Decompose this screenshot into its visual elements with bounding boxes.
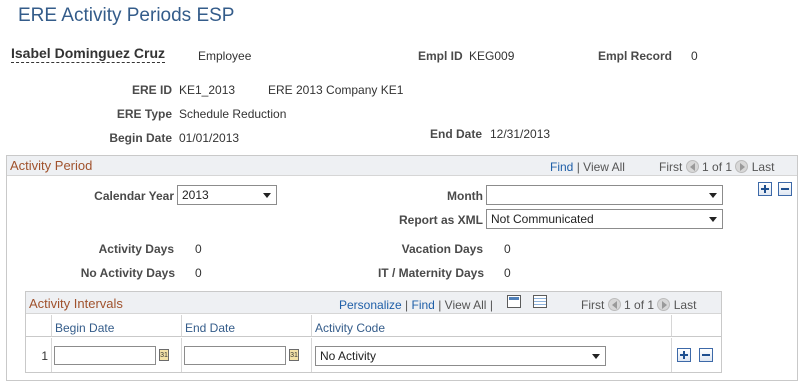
calendar-icon[interactable]: 31 <box>289 349 299 361</box>
add-row-icon[interactable] <box>758 182 772 196</box>
view-all-link[interactable]: View All <box>445 298 487 312</box>
no-activity-days-label: No Activity Days <box>80 266 175 280</box>
ere-description: ERE 2013 Company KE1 <box>268 83 404 97</box>
delete-row-icon[interactable] <box>778 182 792 196</box>
separator: | <box>405 298 409 312</box>
it-maternity-days-label: IT / Maternity Days <box>377 266 484 280</box>
delete-row-icon[interactable] <box>699 348 713 362</box>
activity-code-column-header[interactable]: Activity Code <box>312 315 672 337</box>
no-activity-days-value: 0 <box>195 266 202 280</box>
last-label[interactable]: Last <box>752 160 775 174</box>
activity-intervals-grid: Activity Intervals Personalize | Find | … <box>25 291 722 373</box>
activity-intervals-title: Activity Intervals <box>29 296 123 311</box>
begin-date-value: 01/01/2013 <box>179 131 240 145</box>
find-link[interactable]: Find <box>550 160 573 174</box>
report-xml-value: Not Communicated <box>491 212 594 226</box>
separator: | <box>576 160 580 174</box>
month-label: Month <box>447 189 483 203</box>
range-label: 1 of 1 <box>702 160 733 174</box>
find-link[interactable]: Find <box>412 298 435 312</box>
employee-type: Employee <box>198 49 252 63</box>
row-actions-cell <box>672 338 721 372</box>
view-all-link[interactable]: View All <box>583 160 625 174</box>
end-date-label: End Date <box>429 127 482 141</box>
personalize-link[interactable]: Personalize <box>339 298 402 312</box>
employee-name: Isabel Dominguez Cruz <box>11 45 166 63</box>
it-maternity-days-value: 0 <box>504 266 511 280</box>
activity-period-header: Activity Period Find | View All First 1 … <box>7 156 797 176</box>
prev-arrow-icon[interactable] <box>607 298 621 311</box>
calendar-year-value: 2013 <box>182 188 209 202</box>
chevron-down-icon <box>263 193 271 198</box>
chevron-down-icon <box>709 217 717 222</box>
end-date-input[interactable] <box>184 346 286 365</box>
prev-arrow-icon[interactable] <box>685 160 699 173</box>
ere-id-value: KE1_2013 <box>179 83 236 97</box>
report-xml-select[interactable]: Not Communicated <box>486 209 723 229</box>
activity-intervals-header: Activity Intervals Personalize | Find | … <box>26 292 721 314</box>
activity-days-label: Activity Days <box>98 242 174 256</box>
empl-id-value: KEG009 <box>469 49 515 63</box>
first-label[interactable]: First <box>659 160 682 174</box>
row-number-header <box>26 315 52 337</box>
ere-id-label: ERE ID <box>131 83 172 97</box>
calendar-year-select[interactable]: 2013 <box>177 185 277 205</box>
separator: | <box>438 298 442 312</box>
table-row: 1 <box>26 338 52 372</box>
begin-date-label: Begin Date <box>109 131 172 145</box>
empl-id-label: Empl ID <box>418 49 463 63</box>
begin-date-column-header[interactable]: Begin Date <box>52 315 182 337</box>
vacation-days-value: 0 <box>504 242 511 256</box>
activity-code-cell: No Activity <box>312 338 672 372</box>
empl-record-value: 0 <box>691 49 698 63</box>
range-label: 1 of 1 <box>624 298 655 312</box>
add-row-icon[interactable] <box>677 348 691 362</box>
chevron-down-icon <box>709 193 717 198</box>
new-window-icon[interactable] <box>507 295 521 308</box>
separator: | <box>489 298 493 312</box>
vacation-days-label: Vacation Days <box>401 242 483 256</box>
activity-code-value: No Activity <box>320 349 377 363</box>
begin-date-input[interactable] <box>54 346 156 365</box>
ere-type-value: Schedule Reduction <box>179 107 287 121</box>
calendar-year-label: Calendar Year <box>94 189 174 203</box>
end-date-value: 12/31/2013 <box>490 127 551 141</box>
row-number: 1 <box>41 349 48 363</box>
report-xml-label: Report as XML <box>398 213 483 227</box>
first-label[interactable]: First <box>581 298 604 312</box>
activity-code-select[interactable]: No Activity <box>315 346 606 366</box>
page-title: ERE Activity Periods ESP <box>18 5 235 26</box>
ere-type-label: ERE Type <box>116 107 172 121</box>
calendar-icon[interactable]: 31 <box>159 349 169 361</box>
month-select[interactable] <box>486 185 723 205</box>
chevron-down-icon <box>592 354 600 359</box>
activity-period-title: Activity Period <box>10 158 93 173</box>
actions-column-header <box>672 315 721 337</box>
empl-record-label: Empl Record <box>598 49 673 63</box>
begin-date-cell: 31 <box>52 338 182 372</box>
download-grid-icon[interactable] <box>533 295 547 308</box>
next-arrow-icon[interactable] <box>657 298 671 311</box>
end-date-cell: 31 <box>182 338 312 372</box>
next-arrow-icon[interactable] <box>735 160 749 173</box>
last-label[interactable]: Last <box>674 298 697 312</box>
end-date-column-header[interactable]: End Date <box>182 315 312 337</box>
activity-days-value: 0 <box>195 242 202 256</box>
